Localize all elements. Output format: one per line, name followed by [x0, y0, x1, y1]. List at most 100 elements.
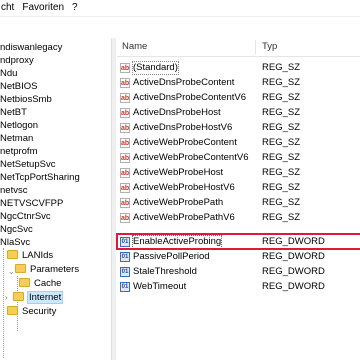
tree-item-netprofm[interactable]: netprofm	[0, 146, 38, 158]
value-type: REG_DWORD	[262, 266, 325, 277]
tree-item-ngcsvc[interactable]: NgcSvc	[0, 224, 33, 236]
tree-item-netbios[interactable]: NetBIOS	[0, 81, 38, 93]
tree-item-label: Netman	[0, 133, 34, 144]
tree-item-nlasvc[interactable]: NlaSvc	[0, 237, 30, 249]
tree-item-label: Cache	[34, 278, 62, 289]
binary-value-icon: 01	[120, 282, 130, 292]
string-value-icon: ab	[120, 108, 130, 118]
value-type: REG_SZ	[262, 152, 301, 163]
value-name: StaleThreshold	[133, 266, 197, 277]
tree-item-label: NetBT	[0, 107, 27, 118]
value-row-activewebprobehost[interactable]: ab ActiveWebProbeHost REG_SZ	[117, 167, 360, 179]
string-value-icon: ab	[120, 168, 130, 178]
tree-item-label: ndiswanlegacy	[0, 42, 63, 53]
value-name: ActiveDnsProbeContent	[133, 77, 235, 88]
tree-item-label: ndproxy	[0, 55, 34, 66]
tree-item-ndu[interactable]: Ndu	[0, 68, 17, 80]
value-row-activewebprobecontentv6[interactable]: ab ActiveWebProbeContentV6 REG_SZ	[117, 152, 360, 164]
tree-item-label: Security	[22, 306, 57, 317]
value-row-activednsprobehostv6[interactable]: ab ActiveDnsProbeHostV6 REG_SZ	[117, 122, 360, 134]
tree-item-label: NgcCtnrSvc	[0, 211, 51, 222]
value-row-activewebprobecontent[interactable]: ab ActiveWebProbeContent REG_SZ	[117, 137, 360, 149]
folder-open-icon	[13, 292, 24, 301]
tree-item-label: LANIds	[22, 250, 54, 261]
value-type: REG_SZ	[262, 107, 301, 118]
chevron-right-icon[interactable]: ›	[5, 294, 12, 302]
value-type: REG_SZ	[262, 137, 301, 148]
value-row-activewebprobepath[interactable]: ab ActiveWebProbePath REG_SZ	[117, 197, 360, 209]
tree-item-label: NetBIOS	[0, 81, 38, 92]
folder-icon	[19, 278, 30, 287]
folder-icon	[7, 306, 18, 315]
list-header: Name Typ	[117, 38, 360, 57]
tree-item-netman[interactable]: Netman	[0, 133, 33, 145]
tree-item-cache[interactable]: Cache	[19, 278, 61, 290]
tree-item-parameters[interactable]: Parameters	[7, 264, 79, 276]
value-type: REG_SZ	[262, 167, 301, 178]
string-value-icon: ab	[120, 198, 130, 208]
tree-connector	[3, 248, 4, 358]
folder-icon	[7, 250, 18, 259]
value-row-standard[interactable]: ab (Standard) REG_SZ	[117, 61, 360, 75]
string-value-icon: ab	[120, 93, 130, 103]
tree-item-netvscvfpp[interactable]: NETVSCVFPP	[0, 198, 63, 210]
tree-item-label: NetSetupSvc	[0, 159, 56, 170]
value-name: ActiveWebProbeContent	[133, 137, 237, 148]
tree-item-security[interactable]: Security	[7, 306, 56, 318]
tree-item-label: NETVSCVFPP	[0, 198, 64, 209]
value-row-activednsprobecontentv6[interactable]: ab ActiveDnsProbeContentV6 REG_SZ	[117, 92, 360, 104]
tree-item-label: Netlogon	[0, 120, 39, 131]
string-value-icon: ab	[120, 213, 130, 223]
value-name: ActiveDnsProbeContentV6	[133, 92, 247, 103]
string-value-icon: ab	[120, 78, 130, 88]
value-type: REG_SZ	[262, 62, 301, 73]
tree-item-label: NgcSvc	[0, 224, 33, 235]
value-name: ActiveDnsProbeHostV6	[133, 122, 233, 133]
highlight-annotation	[116, 233, 360, 250]
tree-item-netbiossmb[interactable]: NetbiosSmb	[0, 94, 52, 106]
value-name: ActiveWebProbeHostV6	[133, 182, 235, 193]
menu-bar: cht Favoriten ?	[0, 0, 360, 17]
string-value-icon: ab	[120, 123, 130, 133]
tree-item-netvsc[interactable]: netvsc	[0, 185, 27, 197]
value-row-webtimeout[interactable]: 01 WebTimeout REG_DWORD	[117, 281, 360, 293]
value-row-activednsprobecontent[interactable]: ab ActiveDnsProbeContent REG_SZ	[117, 77, 360, 89]
tree-item-ndiswanlegacy[interactable]: ndiswanlegacy	[0, 42, 62, 54]
value-name: WebTimeout	[133, 281, 187, 292]
folder-open-icon	[15, 264, 26, 273]
column-type-header[interactable]: Typ	[262, 38, 277, 56]
tree-item-label: NlaSvc	[0, 237, 31, 248]
tree-item-label: netvsc	[0, 185, 28, 196]
tree-item-internet[interactable]: Internet	[13, 291, 64, 304]
menu-help[interactable]: ?	[68, 0, 82, 16]
column-separator[interactable]	[255, 40, 256, 54]
value-row-activewebprobehostv6[interactable]: ab ActiveWebProbeHostV6 REG_SZ	[117, 182, 360, 194]
tree-item-ngcctnrsvc[interactable]: NgcCtnrSvc	[0, 211, 51, 223]
string-value-icon: ab	[120, 153, 130, 163]
pane-splitter[interactable]	[111, 38, 116, 360]
tree-item-ndproxy[interactable]: ndproxy	[0, 55, 34, 67]
value-type: REG_SZ	[262, 197, 301, 208]
menu-view[interactable]: cht	[0, 0, 18, 16]
value-row-stalethreshold[interactable]: 01 StaleThreshold REG_DWORD	[117, 266, 360, 278]
tree-item-label: Parameters	[30, 264, 80, 275]
value-row-activednsprobehost[interactable]: ab ActiveDnsProbeHost REG_SZ	[117, 107, 360, 119]
registry-tree: ndiswanlegacy ndproxy Ndu NetBIOS Netbio…	[0, 38, 111, 360]
value-name: ActiveWebProbePath	[133, 197, 224, 208]
column-name-header[interactable]: Name	[122, 38, 147, 56]
tree-item-lanlds[interactable]: LANIds	[7, 250, 53, 262]
string-value-icon: ab	[120, 183, 130, 193]
value-type: REG_SZ	[262, 77, 301, 88]
tree-item-netlogon[interactable]: Netlogon	[0, 120, 38, 132]
menu-favorites[interactable]: Favoriten	[18, 0, 68, 16]
value-row-activewebprobepathv6[interactable]: ab ActiveWebProbePathV6 REG_SZ	[117, 212, 360, 224]
tree-item-label: netprofm	[0, 146, 38, 157]
tree-item-label: NetbiosSmb	[0, 94, 52, 105]
value-type: REG_SZ	[262, 212, 301, 223]
value-row-passivepollperiod[interactable]: 01 PassivePollPeriod REG_DWORD	[117, 251, 360, 263]
tree-item-netsetupsvc[interactable]: NetSetupSvc	[0, 159, 55, 171]
value-type: REG_SZ	[262, 182, 301, 193]
tree-item-netbt[interactable]: NetBT	[0, 107, 27, 119]
value-type: REG_SZ	[262, 92, 301, 103]
tree-item-nettcpportsharing[interactable]: NetTcpPortSharing	[0, 172, 80, 184]
